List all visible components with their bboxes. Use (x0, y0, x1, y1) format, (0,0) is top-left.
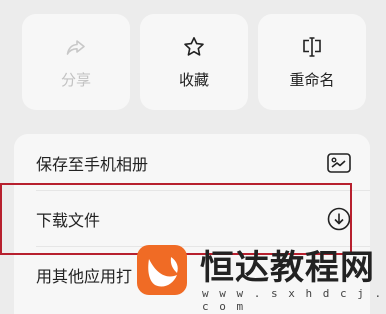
action-tiles: 分享 收藏 重命名 (22, 14, 370, 110)
watermark-logo-icon (137, 245, 187, 295)
rename-icon (303, 36, 321, 57)
save-to-album-label: 保存至手机相册 (36, 155, 149, 174)
watermark-brand: 恒达教程网 (200, 248, 375, 288)
favorite-tile[interactable]: 收藏 (140, 14, 248, 110)
image-icon (327, 153, 351, 173)
share-tile[interactable]: 分享 (22, 14, 130, 110)
watermark-url: w w w . s x h d c j . c o m (202, 287, 384, 313)
open-with-other-app-label: 用其他应用打 (36, 267, 133, 286)
rename-label: 重命名 (289, 70, 335, 89)
rename-tile[interactable]: 重命名 (258, 14, 366, 110)
favorite-label: 收藏 (178, 70, 209, 89)
star-icon (184, 36, 204, 56)
share-label: 分享 (60, 70, 91, 89)
share-icon (66, 39, 85, 55)
